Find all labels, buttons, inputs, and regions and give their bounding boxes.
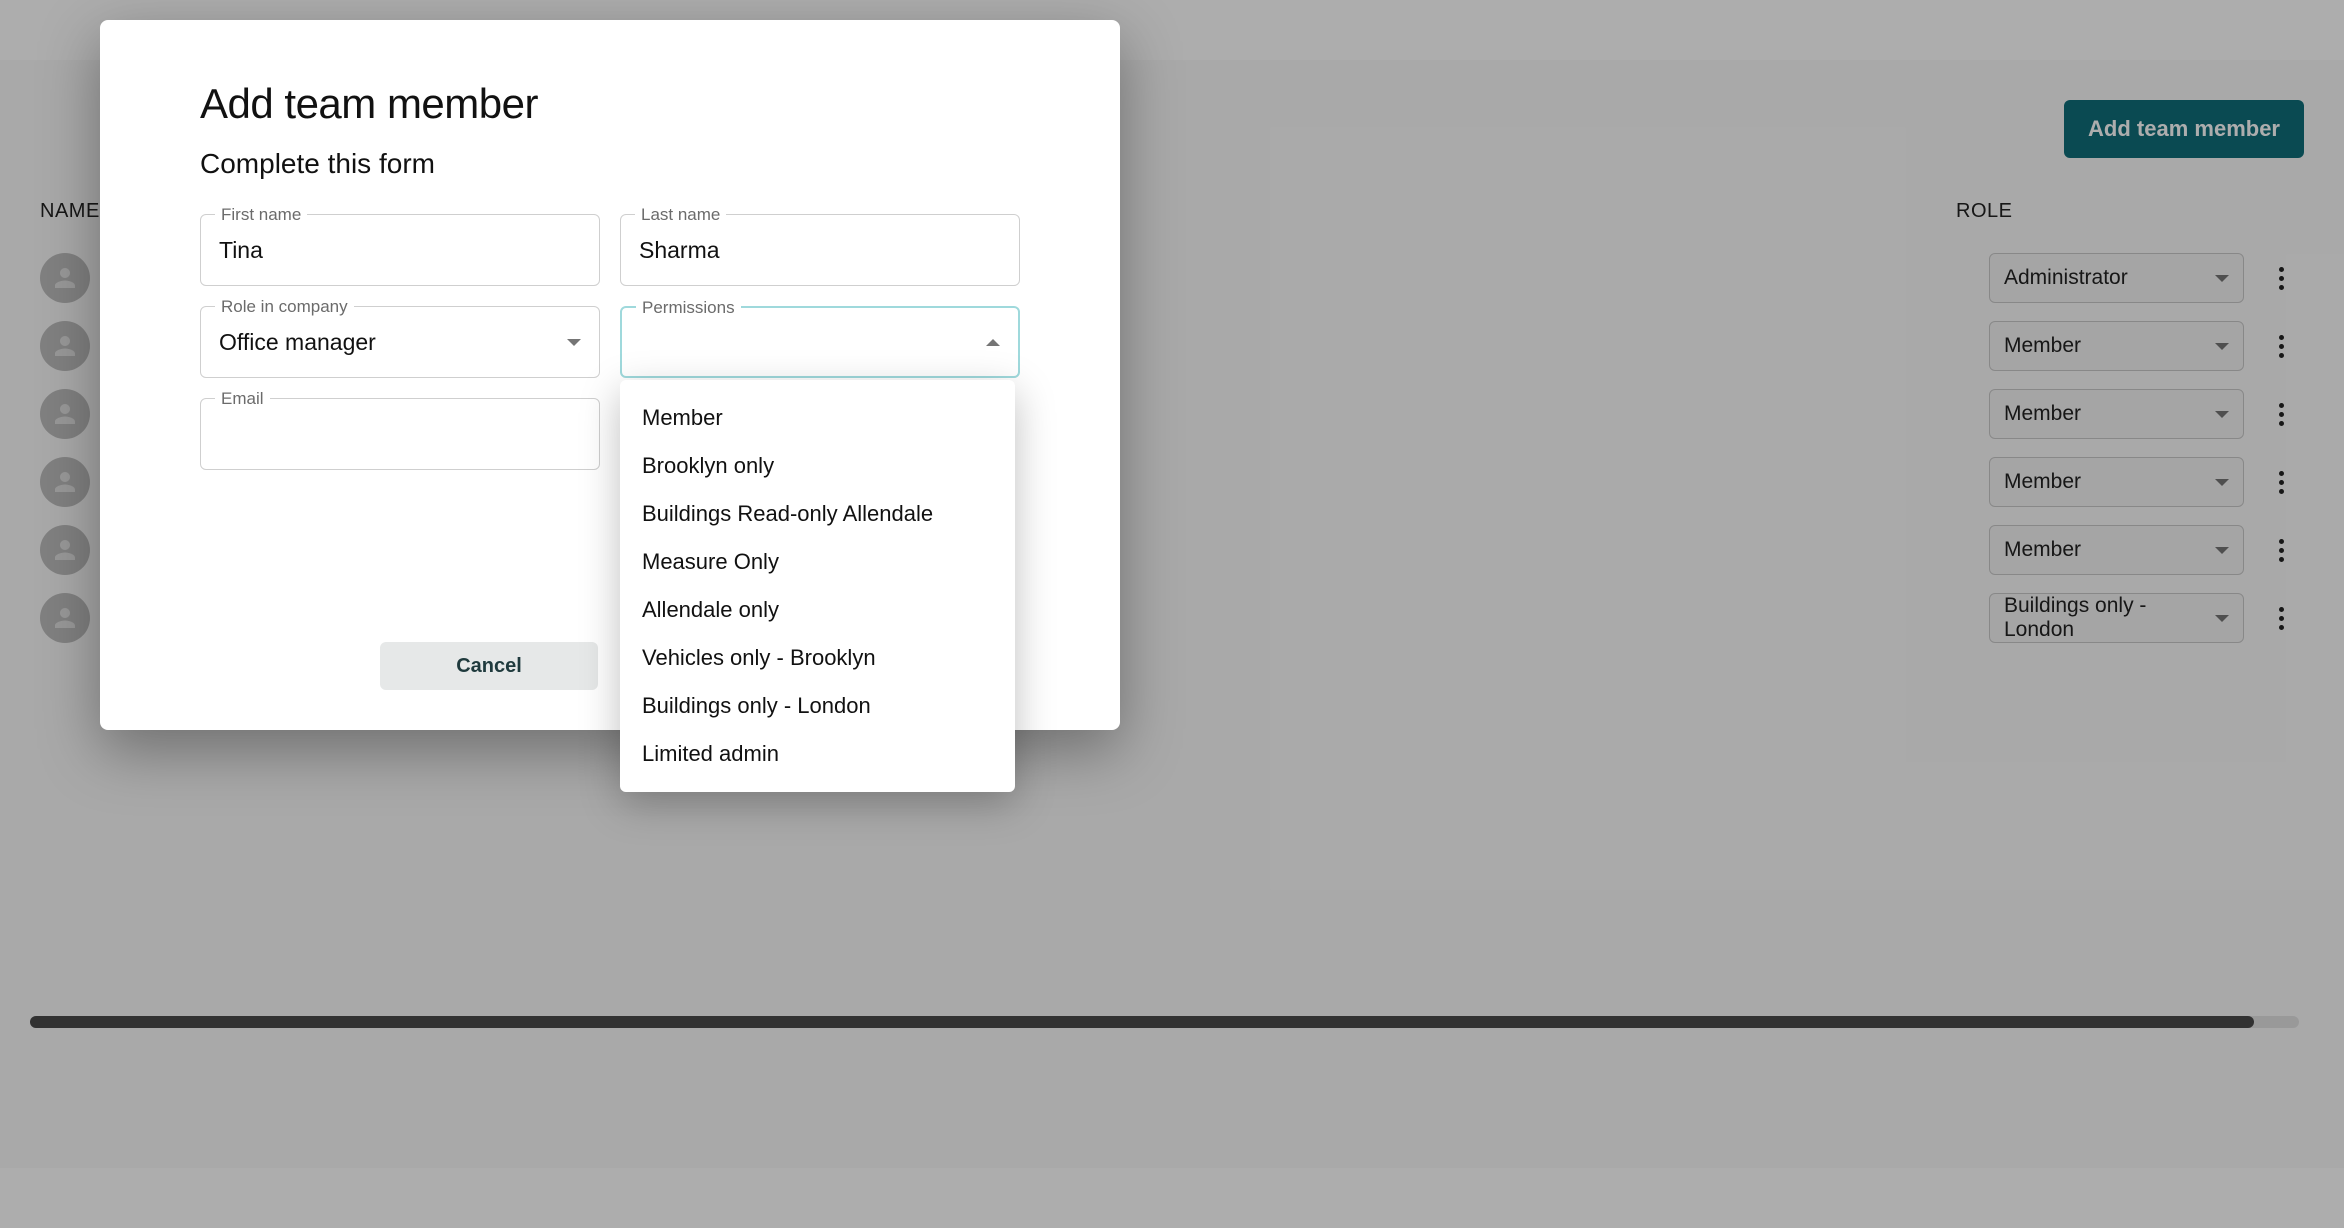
- permissions-option[interactable]: Member: [620, 394, 1015, 442]
- last-name-input[interactable]: [621, 215, 1019, 285]
- role-value: Office manager: [219, 329, 376, 356]
- role-select[interactable]: Role in company Office manager: [200, 306, 600, 378]
- email-label: Email: [215, 389, 270, 409]
- chevron-up-icon: [986, 339, 1000, 346]
- modal-subtitle: Complete this form: [200, 148, 1020, 180]
- role-label: Role in company: [215, 297, 354, 317]
- first-name-label: First name: [215, 205, 307, 225]
- chevron-down-icon: [567, 339, 581, 346]
- permissions-option[interactable]: Buildings only - London: [620, 682, 1015, 730]
- permissions-select[interactable]: Permissions: [620, 306, 1020, 378]
- email-field[interactable]: Email: [200, 398, 600, 470]
- permissions-option[interactable]: Measure Only: [620, 538, 1015, 586]
- cancel-button[interactable]: Cancel: [380, 642, 598, 690]
- modal-title: Add team member: [200, 80, 1020, 128]
- permissions-dropdown[interactable]: MemberBrooklyn onlyBuildings Read-only A…: [620, 380, 1015, 792]
- permissions-option[interactable]: Buildings Read-only Allendale: [620, 490, 1015, 538]
- modal-form: First name Last name Role in company Off…: [200, 214, 1020, 378]
- permissions-label: Permissions: [636, 298, 741, 318]
- permissions-option[interactable]: Limited admin: [620, 730, 1015, 778]
- first-name-input[interactable]: [201, 215, 599, 285]
- last-name-label: Last name: [635, 205, 726, 225]
- last-name-field[interactable]: Last name: [620, 214, 1020, 286]
- permissions-option[interactable]: Allendale only: [620, 586, 1015, 634]
- permissions-option[interactable]: Vehicles only - Brooklyn: [620, 634, 1015, 682]
- permissions-option[interactable]: Brooklyn only: [620, 442, 1015, 490]
- first-name-field[interactable]: First name: [200, 214, 600, 286]
- email-input[interactable]: [201, 399, 599, 469]
